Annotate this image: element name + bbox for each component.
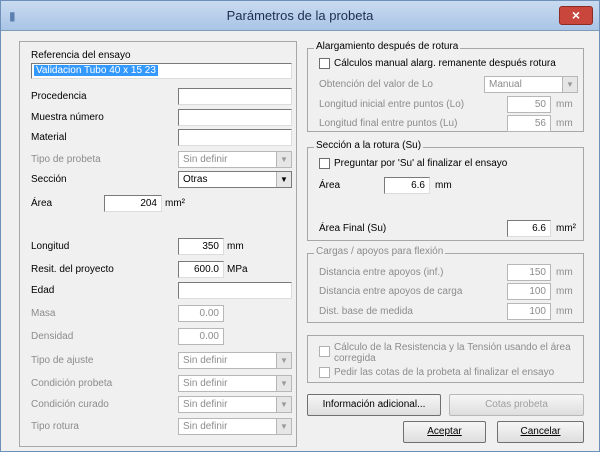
seccion-label: Sección	[31, 174, 67, 185]
info-adicional-button[interactable]: Información adicional...	[307, 394, 441, 416]
cotas-probeta-button[interactable]: Cotas probeta	[449, 394, 584, 416]
tipo-ajuste-label: Tipo de ajuste	[31, 355, 94, 366]
tipo-probeta-select[interactable]: Sin definir ▼	[178, 151, 292, 168]
long-inicial-label: Longitud inicial entre puntos (Lo)	[319, 99, 465, 110]
seccion-area-unit: mm	[435, 180, 452, 191]
densidad-label: Densidad	[31, 331, 74, 342]
chevron-down-icon: ▼	[276, 353, 291, 368]
muestra-label: Muestra número	[31, 112, 104, 123]
area-final-input[interactable]: 6.6	[507, 220, 551, 237]
dist-carga-label: Distancia entre apoyos de carga	[319, 286, 463, 297]
seccion-select[interactable]: Otras ▼	[178, 171, 292, 188]
tipo-ajuste-select[interactable]: Sin definir ▼	[178, 352, 292, 369]
area-unit: mm²	[165, 198, 185, 209]
chevron-down-icon: ▼	[276, 172, 291, 187]
chevron-down-icon: ▼	[276, 152, 291, 167]
long-final-input[interactable]: 56	[507, 115, 551, 132]
close-button[interactable]: ×	[559, 6, 593, 25]
dist-apoyos-input[interactable]: 150	[507, 264, 551, 281]
condicion-probeta-value: Sin definir	[183, 378, 228, 389]
seccion-area-input[interactable]: 6.6	[384, 177, 430, 194]
densidad-input[interactable]: 0.00	[178, 328, 224, 345]
referencia-input[interactable]: Validacion Tubo 40 x 15 23	[31, 63, 292, 79]
alarg-manual-label: Cálculos manual alarg. remanente después…	[334, 58, 556, 69]
procedencia-label: Procedencia	[31, 91, 87, 102]
area-corregida-label-2: corregida	[334, 353, 376, 364]
resist-input[interactable]: 600.0	[178, 261, 224, 278]
longitud-input[interactable]: 350	[178, 238, 224, 255]
tipo-probeta-value: Sin definir	[183, 154, 228, 165]
area-final-unit: mm²	[556, 223, 576, 234]
edad-input[interactable]	[178, 282, 292, 299]
masa-input[interactable]: 0.00	[178, 305, 224, 322]
material-input[interactable]	[178, 129, 292, 146]
dist-base-input[interactable]: 100	[507, 303, 551, 320]
aceptar-button[interactable]: Aceptar	[403, 421, 486, 443]
cancelar-button[interactable]: Cancelar	[497, 421, 584, 443]
alarg-manual-checkbox[interactable]	[319, 58, 330, 69]
dist-carga-unit: mm	[556, 286, 573, 297]
longitud-unit: mm	[227, 241, 244, 252]
title-bar[interactable]: ▮ Parámetros de la probeta ×	[1, 1, 599, 31]
longitud-label: Longitud	[31, 241, 70, 252]
pedir-cotas-label: Pedir las cotas de la probeta al finaliz…	[334, 367, 555, 378]
area-corregida-label-1: Cálculo de la Resistencia y la Tensión u…	[334, 342, 571, 353]
area-corregida-checkbox[interactable]	[319, 346, 330, 357]
chevron-down-icon: ▼	[276, 376, 291, 391]
edad-label: Edad	[31, 285, 55, 296]
cargas-title: Cargas / apoyos para flexión	[314, 246, 446, 257]
long-final-unit: mm	[556, 118, 573, 129]
tipo-rotura-select[interactable]: Sin definir ▼	[178, 418, 292, 435]
chevron-down-icon: ▼	[562, 77, 577, 92]
obtencion-select[interactable]: Manual ▼	[484, 76, 578, 93]
dist-apoyos-unit: mm	[556, 267, 573, 278]
window-title: Parámetros de la probeta	[226, 8, 374, 23]
condicion-curado-value: Sin definir	[183, 399, 228, 410]
long-inicial-unit: mm	[556, 99, 573, 110]
seccion-title: Sección a la rotura (Su)	[314, 140, 424, 151]
condicion-curado-select[interactable]: Sin definir ▼	[178, 396, 292, 413]
dist-base-unit: mm	[556, 306, 573, 317]
muestra-input[interactable]	[178, 109, 292, 126]
tipo-probeta-label: Tipo de probeta	[31, 154, 101, 165]
condicion-probeta-select[interactable]: Sin definir ▼	[178, 375, 292, 392]
dialog-window: ▮ Parámetros de la probeta × Referencia …	[0, 0, 600, 452]
seccion-ask-checkbox[interactable]	[319, 158, 330, 169]
tipo-rotura-value: Sin definir	[183, 421, 228, 432]
long-final-label: Longitud final entre puntos (Lu)	[319, 118, 458, 129]
seccion-ask-label: Preguntar por 'Su' al finalizar el ensay…	[334, 158, 508, 169]
referencia-label: Referencia del ensayo	[31, 50, 131, 61]
obtencion-label: Obtención del valor de Lo	[319, 79, 433, 90]
area-label: Área	[31, 198, 53, 209]
long-inicial-input[interactable]: 50	[507, 96, 551, 113]
resist-label: Resit. del proyecto	[31, 264, 114, 275]
area-final-label: Área Final (Su)	[319, 223, 387, 234]
dist-base-label: Dist. base de medida	[319, 306, 413, 317]
masa-label: Masa	[31, 308, 56, 319]
dist-apoyos-label: Distancia entre apoyos (inf.)	[319, 267, 444, 278]
condicion-curado-label: Condición curado	[31, 399, 109, 410]
resist-unit: MPa	[227, 264, 248, 275]
obtencion-value: Manual	[489, 79, 522, 90]
area-input[interactable]: 204	[104, 195, 162, 212]
tipo-rotura-label: Tipo rotura	[31, 421, 79, 432]
alargamiento-title: Alargamiento después de rotura	[314, 41, 461, 52]
chevron-down-icon: ▼	[276, 397, 291, 412]
seccion-area-label: Área	[319, 180, 341, 191]
condicion-probeta-label: Condición probeta	[31, 378, 113, 389]
procedencia-input[interactable]	[178, 88, 292, 105]
pedir-cotas-checkbox[interactable]	[319, 367, 330, 378]
chevron-down-icon: ▼	[276, 419, 291, 434]
referencia-value: Validacion Tubo 40 x 15 23	[34, 65, 158, 76]
material-label: Material	[31, 132, 67, 143]
seccion-value: Otras	[183, 174, 208, 185]
tipo-ajuste-value: Sin definir	[183, 355, 228, 366]
dist-carga-input[interactable]: 100	[507, 283, 551, 300]
